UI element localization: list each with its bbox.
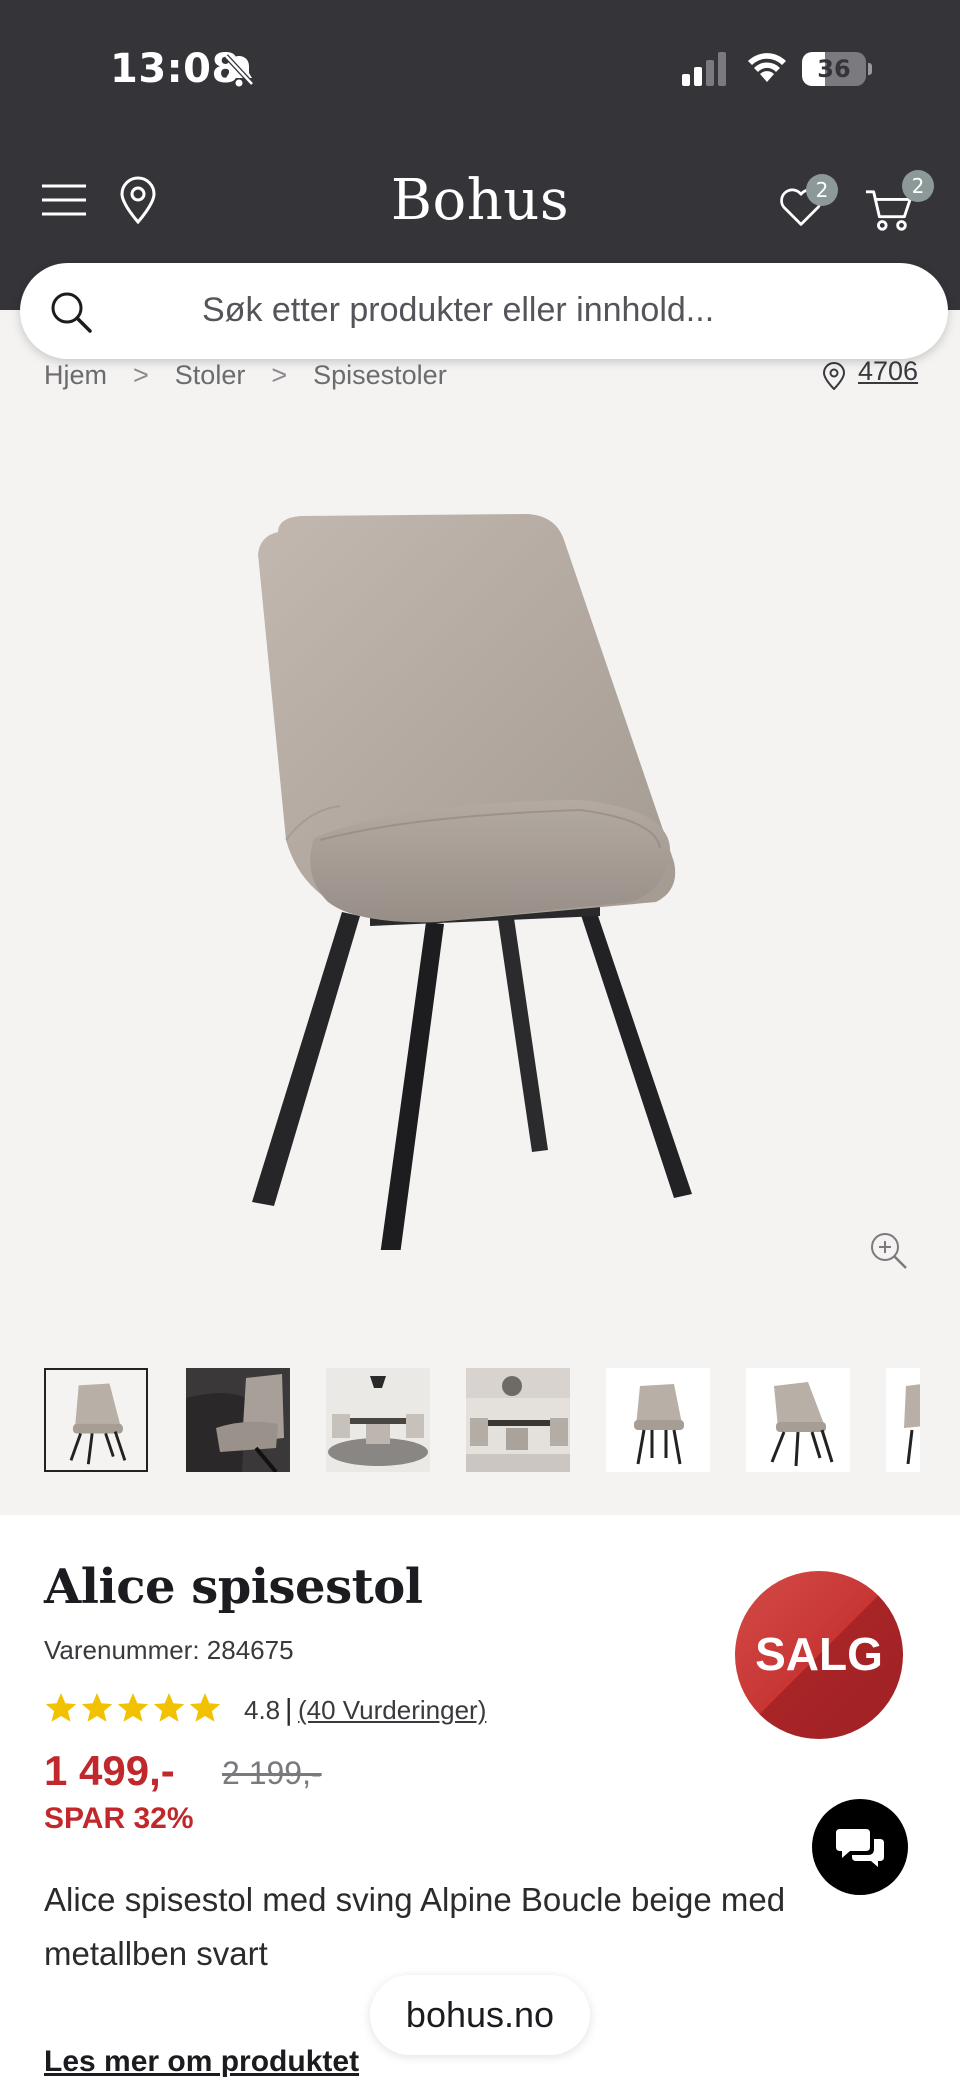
wishlist-button[interactable]: 2 [778,174,838,226]
signal-icon [682,52,726,86]
thumbnail-2[interactable] [186,1368,290,1474]
battery-icon: 36 [802,52,872,86]
breadcrumb-chairs[interactable]: Stoler [175,360,246,391]
rating-stars-icon [45,1693,221,1722]
status-bar: 13:08 36 [0,0,960,140]
store-pin-icon [822,362,846,390]
browser-url-pill[interactable]: bohus.no [370,1975,590,2055]
breadcrumb: Hjem > Stoler > Spisestoler [44,360,447,391]
wifi-icon [748,53,786,82]
rating-value: 4.8 [244,1695,281,1725]
product-sku: Varenummer: 284675 [44,1635,294,1665]
original-price: 2 199,- [222,1755,322,1791]
thumbnail-3[interactable] [326,1368,430,1472]
rating-separator: | [284,1693,294,1726]
thumbnail-4[interactable] [466,1368,570,1472]
current-price: 1 499,- [44,1747,175,1794]
wishlist-count-badge: 2 [806,174,838,206]
savings-label: SPAR 32% [44,1802,194,1835]
main-product-image[interactable] [200,510,760,1250]
cart-button[interactable]: 2 [864,170,934,231]
bell-off-icon [224,54,254,87]
product-description: Alice spisestol med sving Alpine Boucle … [44,1881,786,1972]
breadcrumb-separator: > [133,360,149,390]
zoom-icon[interactable] [868,1230,910,1272]
thumbnail-6[interactable] [746,1368,850,1472]
product-info: Alice spisestol Varenummer: 284675 4.8 |… [0,1515,960,2086]
search-bar[interactable]: Søk etter produkter eller innhold... [20,263,948,359]
cart-count-badge: 2 [902,170,934,202]
search-input[interactable]: Søk etter produkter eller innhold... [202,291,714,330]
battery-level: 36 [817,55,851,83]
breadcrumb-separator: > [271,360,288,390]
thumbnail-5[interactable] [606,1368,710,1472]
thumbnail-1[interactable] [44,1368,148,1472]
search-icon [51,292,92,333]
sale-badge-label: SALG [755,1628,883,1680]
breadcrumb-dining-chairs[interactable]: Spisestoler [313,360,447,391]
thumbnail-strip [44,1368,920,1474]
sale-badge: SALG [735,1571,903,1739]
chat-bubbles-icon [836,1829,884,1867]
breadcrumb-home[interactable]: Hjem [44,360,107,391]
store-number[interactable]: 4706 [858,356,918,387]
product-title: Alice spisestol [44,1559,423,1615]
chat-button[interactable] [812,1799,908,1895]
thumbnail-7[interactable] [886,1368,920,1472]
status-time: 13:08 [110,46,240,92]
product-gallery: Hjem > Stoler > Spisestoler 4706 [0,310,960,1515]
read-more-link[interactable]: Les mer om produktet [44,2045,359,2079]
reviews-link[interactable]: (40 Vurderinger) [298,1695,486,1726]
